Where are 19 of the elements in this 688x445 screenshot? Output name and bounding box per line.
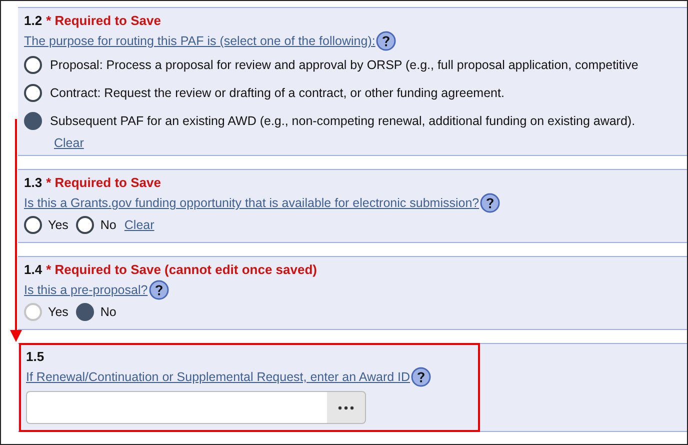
required-label: * Required to Save bbox=[46, 13, 161, 28]
option-label: Subsequent PAF for an existing AWD (e.g., non-competing renewal, additional funding on existing award). bbox=[50, 114, 636, 128]
question-number: 1.4 bbox=[24, 262, 42, 277]
clear-link[interactable]: Clear bbox=[124, 218, 154, 232]
option-label: Yes bbox=[48, 218, 68, 232]
option-label: Yes bbox=[48, 305, 68, 319]
option-label: No bbox=[100, 218, 116, 232]
question-link[interactable]: The purpose for routing this PAF is (select one of the following): bbox=[24, 34, 376, 48]
question-number: 1.2 bbox=[24, 13, 42, 28]
option-label: Contract: Request the review or drafting of a contract, or other funding agreement. bbox=[50, 86, 504, 100]
option-label: Proposal: Process a proposal for review and approval by ORSP (e.g., full proposal application, competitive bbox=[50, 58, 638, 72]
question-link[interactable]: Is this a Grants.gov funding opportunity that is available for electronic submission? bbox=[24, 196, 480, 210]
required-label: * Required to Save (cannot edit once saved) bbox=[46, 262, 317, 277]
question-number: 1.5 bbox=[26, 349, 44, 364]
required-label: * Required to Save bbox=[46, 175, 161, 190]
clear-link[interactable]: Clear bbox=[54, 136, 681, 150]
question-link[interactable]: If Renewal/Continuation or Supplemental Request, enter an Award ID bbox=[26, 370, 410, 384]
question-number: 1.3 bbox=[24, 175, 42, 190]
option-label: No bbox=[100, 305, 116, 319]
